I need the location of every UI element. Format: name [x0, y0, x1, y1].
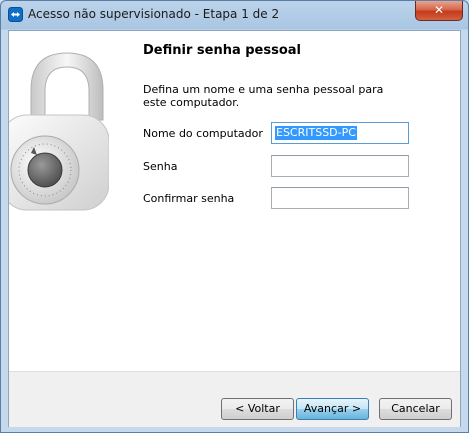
padlock-icon	[9, 52, 109, 211]
wizard-window: Acesso não supervisionado - Etapa 1 de 2…	[0, 0, 469, 433]
next-button[interactable]: Avançar >	[296, 398, 369, 420]
title-bar[interactable]: Acesso não supervisionado - Etapa 1 de 2…	[1, 1, 468, 30]
wizard-content: Definir senha pessoal Defina um nome e u…	[8, 30, 461, 427]
computer-name-value: ESCRITSSD-PC	[275, 126, 357, 140]
back-button[interactable]: < Voltar	[221, 398, 294, 420]
close-button[interactable]: ✕	[415, 1, 463, 21]
computer-name-label: Nome do computador	[143, 127, 263, 140]
computer-name-field[interactable]: ESCRITSSD-PC	[271, 122, 409, 144]
close-icon: ✕	[433, 3, 445, 17]
confirm-password-label: Confirmar senha	[143, 192, 235, 205]
window-title: Acesso não supervisionado - Etapa 1 de 2	[28, 7, 280, 21]
cancel-button[interactable]: Cancelar	[379, 398, 452, 420]
password-field[interactable]	[271, 155, 409, 177]
page-heading: Definir senha pessoal	[143, 43, 302, 58]
button-bar: < Voltar Avançar > Cancelar	[9, 371, 460, 427]
teamviewer-icon	[8, 7, 23, 22]
page-description: Defina um nome e uma senha pessoal para …	[143, 83, 384, 109]
confirm-password-field[interactable]	[271, 187, 409, 209]
password-label: Senha	[143, 160, 178, 173]
